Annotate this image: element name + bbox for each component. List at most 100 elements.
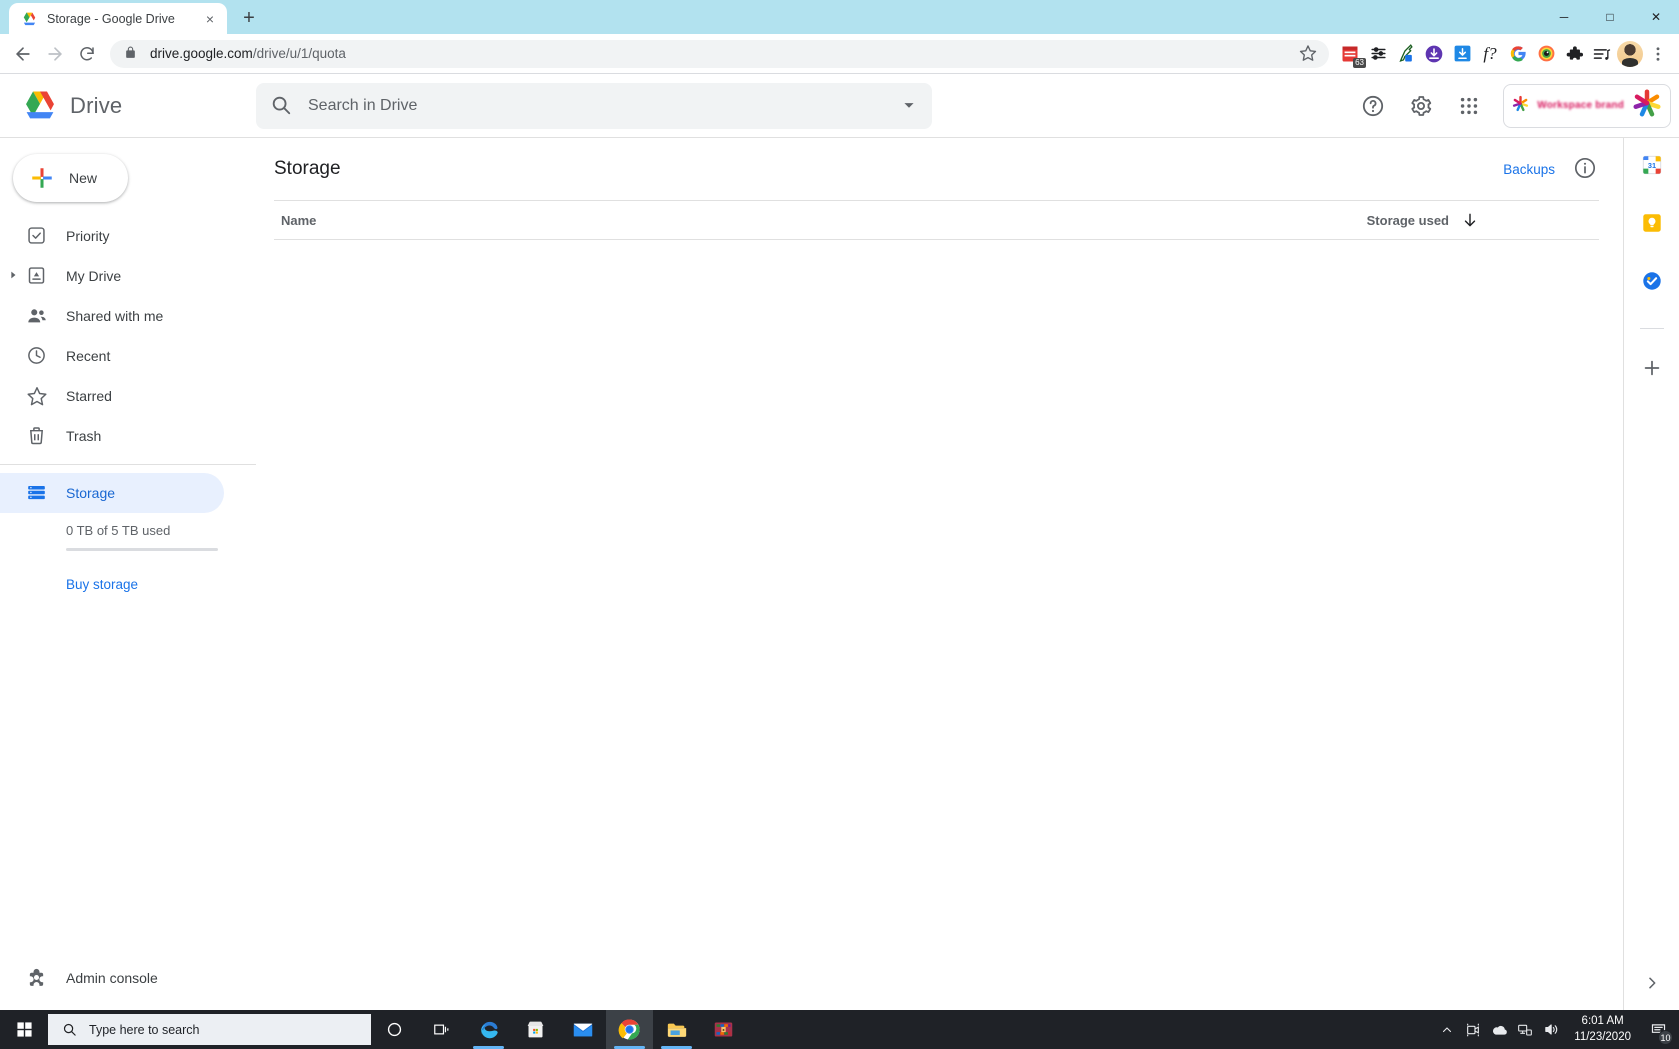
browser-tabstrip: Storage - Google Drive × + ─ □ ✕ — [0, 0, 1679, 34]
sidebar-item-label: Recent — [66, 348, 111, 364]
help-icon[interactable] — [1353, 86, 1393, 126]
storage-bars-icon — [26, 482, 48, 504]
cortana-icon[interactable] — [371, 1010, 418, 1049]
google-drive-app: Drive Workspace brand — [0, 74, 1679, 1010]
address-bar-url: drive.google.com/drive/u/1/quota — [150, 46, 1299, 61]
sidebar-item-priority[interactable]: Priority — [0, 216, 224, 256]
drive-home-link[interactable]: Drive — [0, 90, 256, 122]
browser-tab[interactable]: Storage - Google Drive × — [9, 3, 227, 34]
close-window-button[interactable]: ✕ — [1633, 0, 1679, 34]
windows-start-icon[interactable] — [0, 1010, 48, 1049]
drive-search-bar[interactable] — [256, 82, 932, 129]
onedrive-cloud-icon[interactable] — [1486, 1010, 1512, 1049]
chevron-right-icon[interactable] — [8, 270, 20, 282]
search-icon — [62, 1022, 78, 1038]
maximize-window-button[interactable]: □ — [1587, 0, 1633, 34]
reload-button[interactable] — [72, 39, 102, 69]
drive-header: Drive Workspace brand — [0, 74, 1679, 138]
sidebar-item-shared-with-me[interactable]: Shared with me — [0, 296, 224, 336]
sidebar-item-trash[interactable]: Trash — [0, 416, 224, 456]
settings-gear-icon[interactable] — [1401, 86, 1441, 126]
taskbar-clock[interactable]: 6:01 AM 11/23/2020 — [1564, 1010, 1641, 1049]
expand-side-panel-icon[interactable] — [1644, 975, 1660, 1010]
search-icon — [270, 94, 294, 118]
priority-check-icon — [26, 225, 48, 247]
google-c-extension-icon[interactable] — [1505, 41, 1531, 67]
download-extension-icon[interactable] — [1421, 41, 1447, 67]
taskbar-search-box[interactable]: Type here to search — [48, 1014, 371, 1045]
google-calendar-icon[interactable]: 31 — [1641, 154, 1663, 176]
forward-button[interactable] — [40, 39, 70, 69]
winrar-icon[interactable] — [700, 1010, 747, 1049]
backups-link[interactable]: Backups — [1503, 162, 1555, 177]
new-button-label: New — [69, 170, 98, 186]
blue-download-extension-icon[interactable] — [1449, 41, 1475, 67]
google-tasks-icon[interactable] — [1641, 270, 1663, 292]
colorful-eye-extension-icon[interactable] — [1533, 41, 1559, 67]
eyedropper-extension-icon[interactable] — [1393, 41, 1419, 67]
bookmark-star-icon[interactable] — [1299, 44, 1319, 64]
profile-avatar-button[interactable] — [1617, 40, 1643, 67]
network-icon[interactable] — [1512, 1010, 1538, 1049]
shared-people-icon — [26, 305, 48, 327]
column-header-name[interactable]: Name — [274, 213, 1367, 228]
notification-count-badge: 10 — [1658, 1030, 1673, 1045]
close-tab-icon[interactable]: × — [201, 10, 219, 28]
meet-camera-icon[interactable] — [1460, 1010, 1486, 1049]
sidebar-item-label: Starred — [66, 388, 112, 404]
storage-quota-bar — [66, 548, 218, 551]
sidebar-divider — [0, 464, 256, 465]
search-options-chevron-icon[interactable] — [898, 94, 922, 118]
column-header-storage-used-label: Storage used — [1366, 212, 1449, 228]
workspace-brand-chip[interactable]: Workspace brand — [1503, 83, 1671, 128]
volume-icon[interactable] — [1538, 1010, 1564, 1049]
new-tab-button[interactable]: + — [235, 4, 263, 32]
minimize-window-button[interactable]: ─ — [1541, 0, 1587, 34]
admin-console-link[interactable]: Admin console — [0, 958, 256, 998]
google-apps-grid-icon[interactable] — [1449, 86, 1489, 126]
buy-storage-link[interactable]: Buy storage — [0, 551, 256, 592]
sidebar-item-storage[interactable]: Storage — [0, 473, 224, 513]
show-hidden-icons-chevron[interactable] — [1434, 1010, 1460, 1049]
action-center-icon[interactable]: 10 — [1641, 1010, 1675, 1049]
storage-table-header: Name Storage used — [274, 200, 1599, 240]
sidebar-bottom: Admin console — [0, 958, 256, 1010]
calendar-extension-icon[interactable]: 63 — [1337, 41, 1366, 68]
sidebar-item-label: Trash — [66, 428, 102, 444]
back-button[interactable] — [8, 39, 38, 69]
sidebar-item-my-drive[interactable]: My Drive — [0, 256, 224, 296]
page-title: Storage — [274, 158, 341, 179]
user-avatar — [1617, 40, 1643, 67]
task-view-icon[interactable] — [418, 1010, 465, 1049]
microsoft-store-icon[interactable] — [512, 1010, 559, 1049]
mail-icon[interactable] — [559, 1010, 606, 1049]
puzzle-extensions-icon[interactable] — [1561, 41, 1587, 67]
drive-sidebar: New Priority My Drive Shared with me Rec… — [0, 138, 256, 1010]
music-playlist-icon[interactable] — [1589, 41, 1615, 67]
microsoft-edge-icon[interactable] — [465, 1010, 512, 1049]
sidebar-item-label: Storage — [66, 485, 116, 501]
sidebar-item-starred[interactable]: Starred — [0, 376, 224, 416]
font-finder-extension-icon[interactable]: f? — [1477, 41, 1503, 67]
column-header-storage-used[interactable]: Storage used — [1367, 211, 1599, 229]
svg-text:31: 31 — [1647, 161, 1655, 170]
sidebar-item-label: Shared with me — [66, 308, 164, 324]
new-button[interactable]: New — [13, 154, 128, 202]
google-keep-icon[interactable] — [1641, 212, 1663, 234]
system-tray: 6:01 AM 11/23/2020 10 — [1434, 1010, 1679, 1049]
sliders-extension-icon[interactable] — [1365, 41, 1391, 67]
search-input[interactable] — [308, 96, 884, 115]
colorful-star-logo-large — [1632, 88, 1662, 123]
workspace-brand-text: Workspace brand — [1537, 100, 1624, 111]
google-workspace-side-panel: 31 — [1623, 138, 1679, 1010]
star-icon — [26, 385, 48, 407]
sidebar-item-recent[interactable]: Recent — [0, 336, 224, 376]
trash-icon — [26, 425, 48, 447]
browser-tab-title: Storage - Google Drive — [47, 11, 175, 26]
address-bar[interactable]: drive.google.com/drive/u/1/quota — [110, 39, 1329, 68]
info-circle-icon[interactable] — [1573, 156, 1599, 182]
add-side-panel-app-icon[interactable] — [1641, 357, 1663, 379]
google-chrome-icon[interactable] — [606, 1010, 653, 1049]
chrome-menu-icon[interactable] — [1645, 41, 1671, 67]
file-explorer-icon[interactable] — [653, 1010, 700, 1049]
